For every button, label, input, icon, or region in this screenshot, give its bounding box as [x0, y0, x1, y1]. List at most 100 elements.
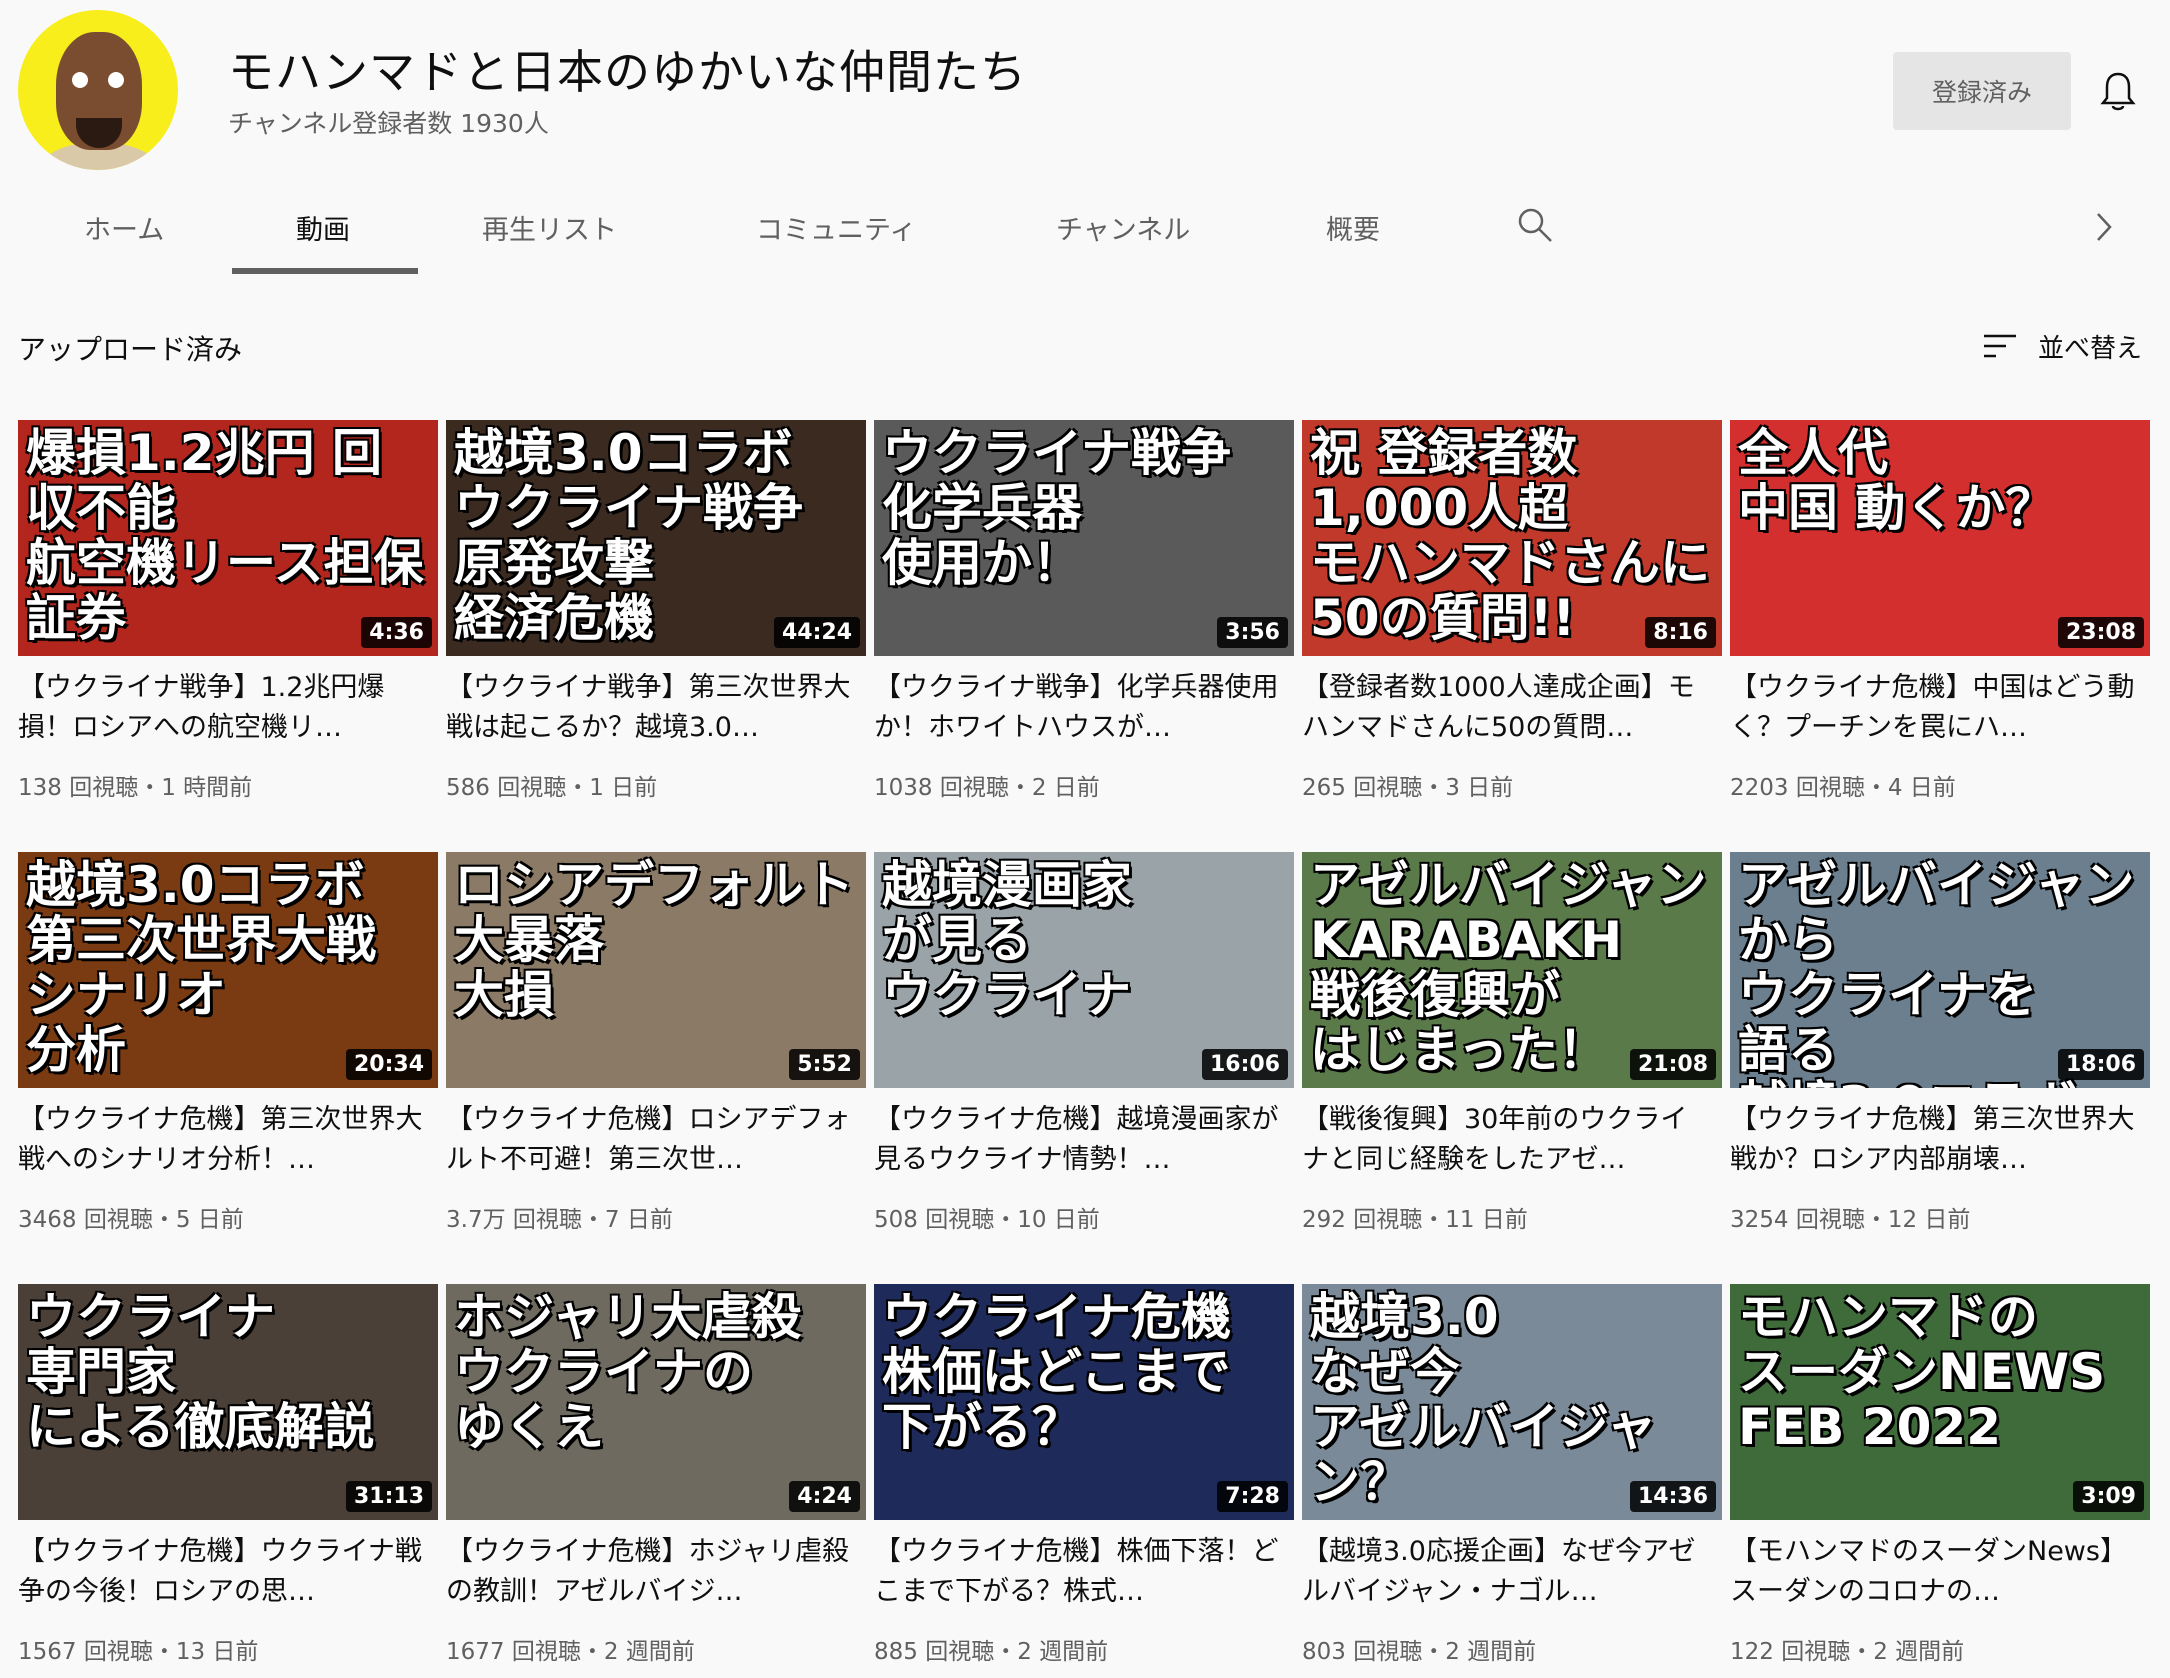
video-meta: 1038 回視聴・2 日前 [874, 775, 1100, 801]
video-meta: 803 回視聴・2 週間前 [1302, 1639, 1537, 1665]
tab-community[interactable]: コミュニティ [756, 208, 916, 247]
video-meta: 1567 回視聴・13 日前 [18, 1639, 259, 1665]
video-duration: 21:08 [1629, 1049, 1716, 1080]
subscribed-button[interactable]: 登録済み [1893, 52, 2071, 130]
video-card[interactable]: 越境3.0コラボ 第三次世界大戦 シナリオ 分析 20:34 【ウクライナ危機】第三… [18, 852, 438, 1284]
video-duration: 31:13 [345, 1481, 432, 1512]
video-card[interactable]: アゼルバイジャン KARABAKH 戦後復興が はじまった！ 21:08 【戦後復興… [1302, 852, 1722, 1284]
thumbnail-caption: アゼルバイジャン KARABAKH 戦後復興が はじまった！ [1310, 856, 1707, 1079]
video-meta: 265 回視聴・3 日前 [1302, 775, 1514, 801]
thumbnail-caption: 爆損1.2兆円 回収不能 航空機リース担保証券 [26, 424, 424, 647]
video-meta: 3254 回視聴・12 日前 [1730, 1207, 1971, 1233]
video-card[interactable]: ウクライナ 専門家 による徹底解説 31:13 【ウクライナ危機】ウクライナ戦争の今… [18, 1284, 438, 1678]
video-meta: 586 回視聴・1 日前 [446, 775, 658, 801]
video-meta: 1677 回視聴・2 週間前 [446, 1639, 695, 1665]
video-card[interactable]: 全人代 中国 動くか？ 23:08 【ウクライナ危機】中国はどう動く？プーチンを罠に… [1730, 420, 2150, 852]
video-meta: 122 回視聴・2 週間前 [1730, 1639, 1965, 1665]
section-title: アップロード済み [18, 333, 243, 366]
video-title[interactable]: 【ウクライナ戦争】化学兵器使用か！ホワイトハウスが… [874, 668, 1279, 748]
video-card[interactable]: ロシアデフォルト 大暴落 大損 5:52 【ウクライナ危機】ロシアデフォルト不可避！… [446, 852, 866, 1284]
video-duration: 14:36 [1629, 1481, 1716, 1512]
video-thumbnail[interactable]: 爆損1.2兆円 回収不能 航空機リース担保証券 4:36 [18, 420, 438, 656]
video-duration: 18:06 [2057, 1049, 2144, 1080]
sort-icon [1984, 334, 2016, 358]
video-card[interactable]: 越境3.0コラボ ウクライナ戦争 原発攻撃 経済危機 44:24 【ウクライナ戦争】… [446, 420, 866, 852]
video-title[interactable]: 【戦後復興】30年前のウクライナと同じ経験をしたアゼ… [1302, 1100, 1707, 1180]
video-thumbnail[interactable]: モハンマドの スーダンNEWS FEB 2022 3:09 [1730, 1284, 2150, 1520]
sort-button[interactable]: 並べ替え [1982, 326, 2142, 366]
bell-icon[interactable] [2100, 70, 2136, 112]
search-icon[interactable] [1516, 206, 1554, 244]
video-duration: 8:16 [1645, 617, 1716, 648]
video-meta: 508 回視聴・10 日前 [874, 1207, 1100, 1233]
thumbnail-caption: 越境3.0 なぜ今 アゼルバイジャン？ [1310, 1288, 1657, 1511]
channel-name: モハンマドと日本のゆかいな仲間たち [228, 45, 1027, 99]
avatar-eye-left [72, 72, 88, 88]
video-duration: 3:56 [1217, 617, 1288, 648]
thumbnail-caption: ウクライナ危機 株価はどこまで 下がる？ [882, 1288, 1231, 1456]
channel-tabs: ホーム 動画 再生リスト コミュニティ チャンネル 概要 [0, 190, 2170, 274]
thumbnail-caption: ホジャリ大虐殺 ウクライナの ゆくえ [454, 1288, 802, 1456]
video-grid: 爆損1.2兆円 回収不能 航空機リース担保証券 4:36 【ウクライナ戦争】1.2兆… [18, 420, 2150, 1678]
thumbnail-caption: 祝 登録者数 1,000人超 モハンマドさんに 50の質問!! [1310, 424, 1710, 647]
video-title[interactable]: 【ウクライナ危機】第三次世界大戦へのシナリオ分析！… [18, 1100, 423, 1180]
video-card[interactable]: 越境漫画家 が見る ウクライナ 16:06 【ウクライナ危機】越境漫画家が見るウクラ… [874, 852, 1294, 1284]
video-title[interactable]: 【ウクライナ危機】ウクライナ戦争の今後！ロシアの思… [18, 1532, 423, 1612]
video-duration: 44:24 [773, 617, 860, 648]
video-thumbnail[interactable]: ウクライナ危機 株価はどこまで 下がる？ 7:28 [874, 1284, 1294, 1520]
thumbnail-caption: 越境漫画家 が見る ウクライナ [882, 856, 1132, 1024]
thumbnail-caption: ウクライナ 専門家 による徹底解説 [26, 1288, 375, 1456]
tab-playlists[interactable]: 再生リスト [482, 208, 617, 247]
video-thumbnail[interactable]: アゼルバイジャンから ウクライナを 語る 越境3.0コラボ18:06 [1730, 852, 2150, 1088]
video-title[interactable]: 【ウクライナ危機】越境漫画家が見るウクライナ情勢！… [874, 1100, 1279, 1180]
video-title[interactable]: 【ウクライナ危機】株価下落！どこまで下がる？株式… [874, 1532, 1279, 1612]
thumbnail-caption: 越境3.0コラボ ウクライナ戦争 原発攻撃 経済危機 [454, 424, 803, 647]
video-thumbnail[interactable]: 越境漫画家 が見る ウクライナ 16:06 [874, 852, 1294, 1088]
sort-label: 並べ替え [2038, 333, 2143, 364]
video-thumbnail[interactable]: ウクライナ戦争 化学兵器 使用か！ 3:56 [874, 420, 1294, 656]
video-thumbnail[interactable]: アゼルバイジャン KARABAKH 戦後復興が はじまった！ 21:08 [1302, 852, 1722, 1088]
video-duration: 16:06 [1201, 1049, 1288, 1080]
tab-channels[interactable]: チャンネル [1056, 208, 1190, 247]
tab-videos[interactable]: 動画 [296, 208, 350, 247]
video-card[interactable]: ウクライナ戦争 化学兵器 使用か！ 3:56 【ウクライナ戦争】化学兵器使用か！ホワ… [874, 420, 1294, 852]
video-title[interactable]: 【ウクライナ危機】ロシアデフォルト不可避！第三次世… [446, 1100, 851, 1180]
video-title[interactable]: 【ウクライナ戦争】1.2兆円爆損！ロシアへの航空機リ… [18, 668, 423, 748]
video-duration: 4:36 [361, 617, 432, 648]
video-thumbnail[interactable]: ロシアデフォルト 大暴落 大損 5:52 [446, 852, 866, 1088]
video-duration: 4:24 [789, 1481, 860, 1512]
video-card[interactable]: モハンマドの スーダンNEWS FEB 2022 3:09 【モハンマドのスーダンN… [1730, 1284, 2150, 1678]
tab-home[interactable]: ホーム [84, 208, 164, 247]
video-thumbnail[interactable]: 全人代 中国 動くか？ 23:08 [1730, 420, 2150, 656]
video-card[interactable]: アゼルバイジャンから ウクライナを 語る 越境3.0コラボ18:06 【ウクライナ… [1730, 852, 2150, 1284]
video-thumbnail[interactable]: 越境3.0コラボ ウクライナ戦争 原発攻撃 経済危機 44:24 [446, 420, 866, 656]
chevron-right-icon[interactable] [2090, 208, 2118, 246]
video-card[interactable]: 祝 登録者数 1,000人超 モハンマドさんに 50の質問!! 8:16 【登録者数… [1302, 420, 1722, 852]
subscriber-count: チャンネル登録者数 1930人 [228, 109, 549, 138]
thumbnail-caption: 越境3.0コラボ 第三次世界大戦 シナリオ 分析 [26, 856, 376, 1079]
video-card[interactable]: 越境3.0 なぜ今 アゼルバイジャン？ 14:36 【越境3.0応援企画】なぜ今アゼ… [1302, 1284, 1722, 1678]
video-duration: 23:08 [2057, 617, 2144, 648]
video-duration: 7:28 [1217, 1481, 1288, 1512]
video-meta: 3.7万 回視聴・7 日前 [446, 1207, 673, 1233]
video-meta: 2203 回視聴・4 日前 [1730, 775, 1956, 801]
video-title[interactable]: 【登録者数1000人達成企画】モハンマドさんに50の質問… [1302, 668, 1707, 748]
video-title[interactable]: 【越境3.0応援企画】なぜ今アゼルバイジャン・ナゴル… [1302, 1532, 1707, 1612]
video-card[interactable]: ホジャリ大虐殺 ウクライナの ゆくえ 4:24 【ウクライナ危機】ホジャリ虐殺の教訓… [446, 1284, 866, 1678]
video-title[interactable]: 【ウクライナ危機】ホジャリ虐殺の教訓！アゼルバイジ… [446, 1532, 851, 1612]
video-title[interactable]: 【ウクライナ戦争】第三次世界大戦は起こるか？越境3.0… [446, 668, 851, 748]
channel-avatar[interactable] [18, 10, 178, 170]
video-title[interactable]: 【ウクライナ危機】第三次世界大戦か？ロシア内部崩壊… [1730, 1100, 2135, 1180]
video-thumbnail[interactable]: 祝 登録者数 1,000人超 モハンマドさんに 50の質問!! 8:16 [1302, 420, 1722, 656]
video-title[interactable]: 【ウクライナ危機】中国はどう動く？プーチンを罠にハ… [1730, 668, 2135, 748]
video-thumbnail[interactable]: ウクライナ 専門家 による徹底解説 31:13 [18, 1284, 438, 1520]
video-thumbnail[interactable]: 越境3.0コラボ 第三次世界大戦 シナリオ 分析 20:34 [18, 852, 438, 1088]
video-card[interactable]: 爆損1.2兆円 回収不能 航空機リース担保証券 4:36 【ウクライナ戦争】1.2兆… [18, 420, 438, 852]
video-card[interactable]: ウクライナ危機 株価はどこまで 下がる？ 7:28 【ウクライナ危機】株価下落！どこ… [874, 1284, 1294, 1678]
video-thumbnail[interactable]: 越境3.0 なぜ今 アゼルバイジャン？ 14:36 [1302, 1284, 1722, 1520]
video-thumbnail[interactable]: ホジャリ大虐殺 ウクライナの ゆくえ 4:24 [446, 1284, 866, 1520]
thumbnail-caption: ウクライナ戦争 化学兵器 使用か！ [882, 424, 1231, 592]
video-duration: 5:52 [789, 1049, 860, 1080]
video-title[interactable]: 【モハンマドのスーダンNews】スーダンのコロナの… [1730, 1532, 2135, 1612]
tab-about[interactable]: 概要 [1326, 208, 1380, 247]
